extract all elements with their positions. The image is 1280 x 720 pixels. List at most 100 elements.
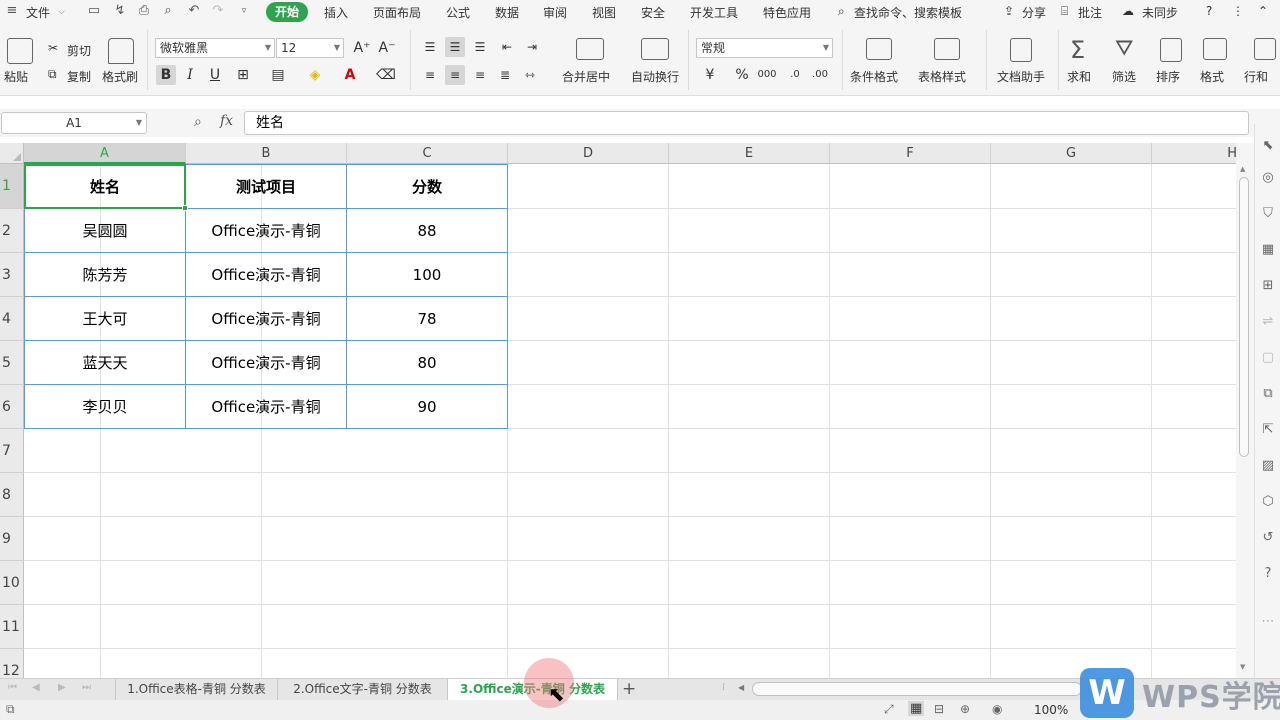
fill-handle[interactable]	[182, 205, 188, 211]
distributed-icon[interactable]: ⇿	[520, 65, 540, 85]
font-name-select[interactable]: 微软雅黑 ▼	[155, 38, 275, 58]
copy-icon[interactable]: ⧉	[48, 67, 57, 82]
align-center-icon[interactable]: ≡	[445, 65, 465, 85]
shapes-icon[interactable]: ◎	[1260, 170, 1276, 186]
vertical-scrollbar[interactable]: ▲ ▼	[1236, 143, 1254, 678]
paste-button[interactable]: 粘贴	[4, 68, 28, 85]
prev-sheet-icon[interactable]: ◀	[32, 682, 40, 693]
formula-input[interactable]: 姓名	[244, 111, 1249, 135]
zoom-level[interactable]: 100%	[1034, 703, 1068, 717]
row-header-12[interactable]: 12	[0, 649, 24, 678]
tab-data[interactable]: 数据	[495, 4, 519, 21]
doc-assistant-icon[interactable]	[1010, 38, 1032, 62]
more-icon[interactable]: ⋮	[1232, 4, 1244, 18]
italic-button[interactable]: I	[180, 65, 200, 85]
increase-decimal-icon[interactable]: .0	[785, 65, 805, 85]
cell-style-icon[interactable]: ▤	[268, 65, 288, 85]
shield-icon[interactable]: ⬡	[1260, 494, 1276, 510]
align-left-icon[interactable]: ≡	[420, 65, 440, 85]
share-icon[interactable]: ⇪	[1004, 4, 1014, 18]
cell-a2[interactable]: 吴圆圆	[24, 209, 186, 253]
name-box[interactable]: A1 ▼	[1, 112, 147, 134]
comment-button[interactable]: 批注	[1078, 4, 1102, 21]
row-header-10[interactable]: 10	[0, 561, 24, 605]
tab-page-layout[interactable]: 页面布局	[373, 4, 421, 21]
sort-button[interactable]: 排序	[1156, 68, 1180, 85]
cell-b4[interactable]: Office演示-青铜	[186, 297, 347, 341]
tab-view[interactable]: 视图	[592, 4, 616, 21]
number-format-select[interactable]: 常规 ▼	[696, 38, 833, 58]
column-header-g[interactable]: G	[991, 143, 1152, 164]
cut-button[interactable]: 剪切	[67, 42, 91, 59]
share-button[interactable]: 分享	[1022, 4, 1046, 21]
save-icon[interactable]: ▭	[86, 3, 102, 19]
column-header-e[interactable]: E	[669, 143, 830, 164]
sheet-tab-2[interactable]: 2.Office文字-青铜 分数表	[278, 679, 448, 700]
column-header-f[interactable]: F	[830, 143, 991, 164]
comment-icon[interactable]: ⌸	[1061, 4, 1068, 19]
row-col-button[interactable]: 行和	[1244, 68, 1268, 85]
cut-icon[interactable]: ✂	[48, 41, 58, 55]
percent-button[interactable]: %	[732, 65, 752, 85]
paste-icon[interactable]	[7, 38, 33, 64]
bold-button[interactable]: B	[156, 65, 176, 85]
last-sheet-icon[interactable]: ⏭	[82, 682, 91, 693]
filter-icon[interactable]: ⛛	[1115, 36, 1133, 61]
eye-protection-icon[interactable]: ◉	[992, 702, 1002, 716]
first-sheet-icon[interactable]: ⏮	[8, 682, 17, 693]
align-middle-icon[interactable]: ☰	[445, 37, 465, 57]
cell-a5[interactable]: 蓝天天	[24, 341, 186, 385]
cell-a4[interactable]: 王大可	[24, 297, 186, 341]
cell-a3[interactable]: 陈芳芳	[24, 253, 186, 297]
format-painter-button[interactable]: 格式刷	[102, 68, 138, 85]
tab-formulas[interactable]: 公式	[446, 4, 470, 21]
more-dots-icon[interactable]: ⋯	[1260, 614, 1276, 630]
row-header-8[interactable]: 8	[0, 473, 24, 517]
column-header-b[interactable]: B	[186, 143, 347, 164]
column-header-c[interactable]: C	[347, 143, 508, 164]
wrap-text-button[interactable]: 自动换行	[631, 68, 679, 85]
row-header-7[interactable]: 7	[0, 429, 24, 473]
decrease-font-icon[interactable]: A⁻	[377, 38, 397, 58]
grid-apps-icon[interactable]: ⊞	[1260, 278, 1276, 294]
wrap-text-icon[interactable]	[641, 38, 669, 60]
table-style-icon[interactable]	[934, 38, 960, 60]
borders-icon[interactable]: ⊞	[233, 65, 253, 85]
macro-icon[interactable]: ⧉	[6, 702, 15, 717]
clear-format-icon[interactable]: ⌫	[376, 65, 396, 85]
row-header-4[interactable]: 4	[0, 297, 24, 341]
column-header-h[interactable]: H	[1152, 143, 1236, 164]
sum-button[interactable]: 求和	[1067, 68, 1091, 85]
row-header-5[interactable]: 5	[0, 341, 24, 385]
help-circle-icon[interactable]: ?	[1260, 566, 1276, 582]
cell-c2[interactable]: 88	[347, 209, 508, 253]
merge-center-icon[interactable]	[576, 38, 604, 60]
zoom-search-icon[interactable]: ⌕	[194, 114, 202, 130]
print-icon[interactable]: ⎙	[136, 3, 152, 19]
tab-special-apps[interactable]: 特色应用	[763, 4, 811, 21]
scrollbar-thumb[interactable]	[1239, 177, 1249, 457]
row-header-6[interactable]: 6	[0, 385, 24, 429]
tab-review[interactable]: 审阅	[543, 4, 567, 21]
row-header-9[interactable]: 9	[0, 517, 24, 561]
decrease-indent-icon[interactable]: ⇤	[497, 37, 517, 57]
align-top-icon[interactable]: ☰	[420, 37, 440, 57]
font-size-select[interactable]: 12 ▼	[276, 38, 344, 58]
increase-indent-icon[interactable]: ⇥	[522, 37, 542, 57]
help-icon[interactable]: ?	[1206, 4, 1212, 18]
cell-c5[interactable]: 80	[347, 341, 508, 385]
sum-icon[interactable]: Σ	[1070, 36, 1085, 64]
underline-button[interactable]: U	[205, 65, 225, 85]
tab-home[interactable]: 开始	[266, 2, 308, 22]
fullscreen-icon[interactable]: ⤢	[884, 702, 894, 717]
redo-icon[interactable]: ↷	[210, 3, 226, 19]
add-sheet-button[interactable]: +	[622, 679, 636, 699]
image-icon[interactable]: ▨	[1260, 458, 1276, 474]
next-sheet-icon[interactable]: ▶	[58, 682, 66, 693]
increase-font-icon[interactable]: A⁺	[352, 38, 372, 58]
cursor-select-icon[interactable]: ⬉	[1260, 138, 1276, 154]
table-icon[interactable]: ▦	[1260, 242, 1276, 258]
comment-panel-icon[interactable]: ▢	[1260, 350, 1276, 366]
horizontal-scrollbar[interactable]	[752, 682, 1082, 696]
cloud-icon[interactable]: ☁	[1122, 4, 1134, 18]
